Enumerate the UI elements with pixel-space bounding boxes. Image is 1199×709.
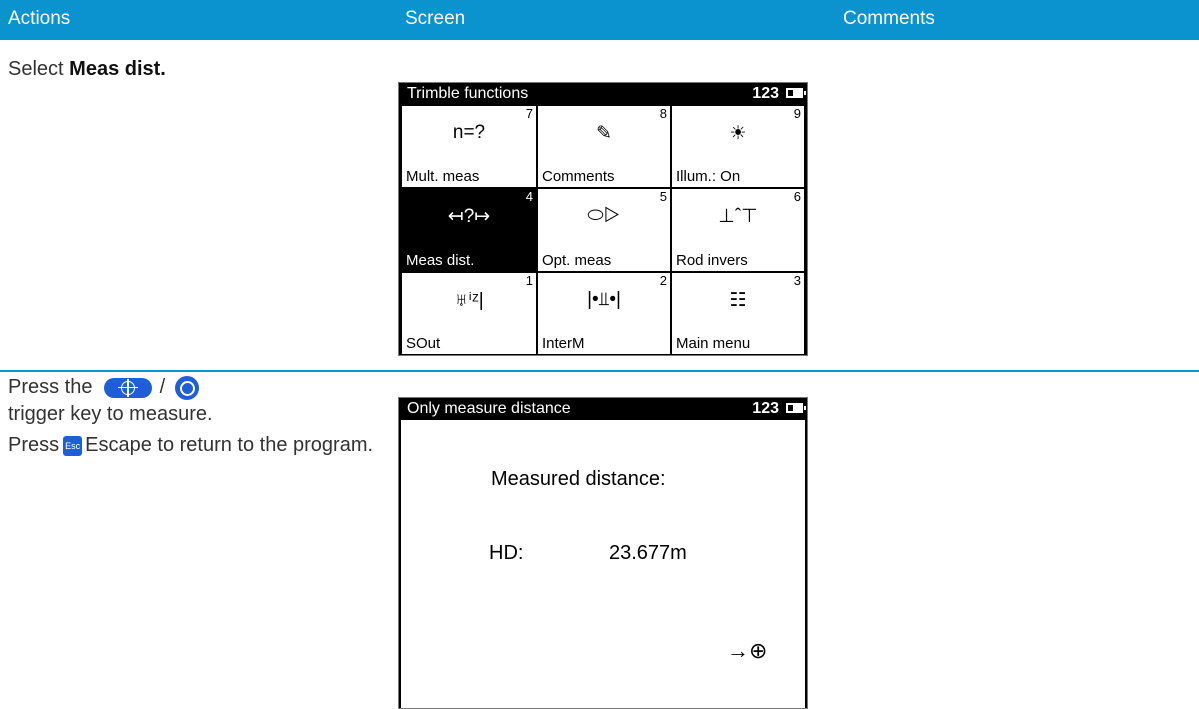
cell-number: 8 [659,106,667,121]
battery-icon [786,88,806,98]
function-cell[interactable]: 5 ⬭▷ Opt. meas [537,188,671,272]
table-header: Actions Screen Comments [0,0,1199,40]
function-icon: ♅ⁱᶻ| [454,290,484,311]
cell-number: 4 [525,189,533,204]
function-icon: n=? [452,122,486,143]
cell-label: Opt. meas [542,252,612,269]
header-actions: Actions [8,8,71,29]
cell-label: Main menu [676,335,751,352]
screen-body: Measured distance: HD: 23.677m →⊕ [401,420,805,708]
cell-label: Mult. meas [406,168,480,185]
function-cell[interactable]: 3 ☷ Main menu [671,272,805,355]
cell-number: 9 [793,106,801,121]
function-cell[interactable]: 1 ♅ⁱᶻ| SOut [401,272,537,355]
function-cell[interactable]: 2 |•⫫•| InterM [537,272,671,355]
function-cell[interactable]: 7 n=? Mult. meas [401,105,537,188]
function-icon: ↤?↦ [447,206,491,227]
cell-number: 1 [525,273,533,288]
cell-number: 7 [525,106,533,121]
function-cell[interactable]: 6 ⊥ˆ⊤ Rod invers [671,188,805,272]
screen-title: Only measure distance [407,400,571,417]
measure-distance-screen: Only measure distance 123 Measured dista… [398,397,808,709]
cell-number: 3 [793,273,801,288]
function-cell[interactable]: 8 ✎ Comments [537,105,671,188]
slash-text: / [159,376,166,398]
action-prefix: Select [8,58,70,80]
cell-label: InterM [542,335,585,352]
function-cell[interactable]: 9 ☀ Illum.: On [671,105,805,188]
trimble-functions-screen: Trimble functions 123 7 n=? Mult. meas 8 ✎ Co… [398,82,808,356]
function-cell[interactable]: 4 ↤?↦ Meas dist. [401,188,537,272]
row2-action-text: Press the / trigger key to measure. Pres… [8,374,388,459]
action-bold-term: Meas dist. [69,58,166,80]
cell-label: Meas dist. [406,252,475,269]
escape-key-icon: Esc [63,435,83,456]
hd-label: HD: [489,542,524,564]
function-icon: ☀ [729,123,747,144]
screen-title: Trimble functions [407,85,529,102]
battery-icon [786,403,806,413]
measured-distance-label: Measured distance: [491,468,666,490]
cell-number: 6 [793,189,801,204]
header-comments: Comments [843,8,935,29]
row1-action-text: Select Meas dist. [8,58,166,81]
function-icon: ⊥ˆ⊤ [718,206,758,227]
function-icon: ☷ [729,290,747,311]
input-mode-indicator: 123 [752,400,779,417]
function-icon: ✎ [596,123,612,144]
trigger-text: trigger key to measure. [8,403,213,425]
cell-label: SOut [406,335,441,352]
escape-text: Escape to return to the program. [85,434,374,456]
input-mode-indicator: 123 [752,85,779,102]
cell-number: 5 [659,189,667,204]
screen-title-bar: Trimble functions 123 [399,83,807,105]
function-grid: 7 n=? Mult. meas 8 ✎ Comments 9 ☀ Illum.: On 4 ↤?↦… [401,105,805,355]
function-icon: |•⫫•| [587,289,621,310]
cell-label: Comments [542,168,615,185]
press-the-text: Press the [8,376,93,398]
press-text: Press [8,434,60,456]
side-trigger-icon [174,375,199,400]
function-icon: ⬭▷ [587,205,621,226]
measure-softkey-icon[interactable]: →⊕ [727,638,767,664]
header-screen: Screen [405,8,466,29]
hd-value: 23.677m [609,542,687,564]
cell-label: Illum.: On [676,168,741,185]
screen-title-bar: Only measure distance 123 [399,398,807,420]
cell-label: Rod invers [676,252,748,269]
trigger-key-icon [104,377,153,398]
cell-number: 2 [659,273,667,288]
row-divider [0,370,1199,372]
